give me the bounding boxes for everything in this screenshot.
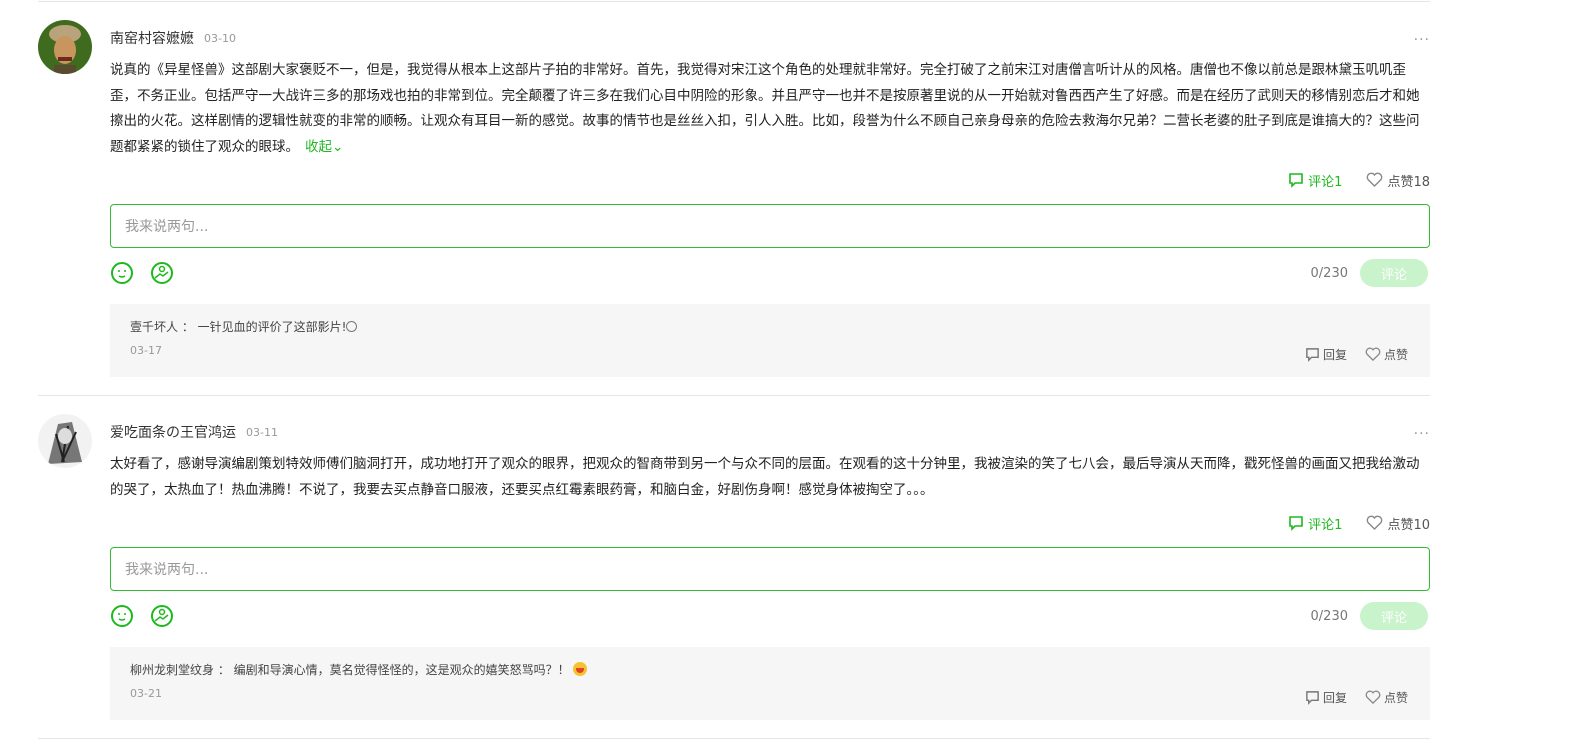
comment-button[interactable]: 评论1: [1288, 514, 1342, 533]
submit-comment-button[interactable]: 评论: [1360, 259, 1428, 287]
emoji-icon[interactable]: [110, 604, 134, 628]
image-icon[interactable]: [150, 261, 174, 285]
char-count: 0/230: [1310, 265, 1348, 281]
reply-input-placeholder: 我来说两句...: [125, 562, 209, 578]
more-options-icon[interactable]: ···: [1414, 426, 1430, 442]
collapse-link[interactable]: 收起⌄: [305, 139, 343, 155]
comment-icon: [1306, 691, 1319, 705]
reply-text: 一针见血的评价了这部影片!: [197, 320, 347, 334]
reply-username[interactable]: 柳州龙刺堂纹身: [130, 663, 214, 677]
like-button[interactable]: 点赞: [1365, 346, 1408, 363]
heart-icon: [1365, 690, 1381, 705]
reply-text: 编剧和导演心情，莫名觉得怪怪的，这是观众的嬉笑怒骂吗？！: [233, 663, 570, 677]
more-options-icon[interactable]: ···: [1414, 32, 1430, 48]
collapse-label: 收起: [305, 138, 332, 155]
laugh-emoji-icon: [572, 662, 587, 676]
avatar[interactable]: [38, 414, 92, 468]
emoji-icon[interactable]: [110, 261, 134, 285]
chevron-up-icon: ⌄: [332, 138, 344, 155]
username[interactable]: 爱吃面条の王官鸿运: [110, 422, 236, 442]
comment-icon: [1289, 173, 1303, 188]
reply-separator: ：: [178, 320, 198, 334]
username[interactable]: 南窑村容嬷嬷: [110, 28, 194, 48]
like-button[interactable]: 点赞10: [1366, 514, 1430, 533]
heart-icon: [1367, 172, 1383, 187]
like-count: 点赞18: [1387, 174, 1430, 190]
comment-date: 03-10: [204, 31, 236, 45]
reply-separator: ：: [214, 663, 234, 677]
image-icon[interactable]: [150, 604, 174, 628]
reply-item: 壹千坏人 ： 一针见血的评价了这部影片! 03-17 回复 点赞: [110, 304, 1430, 377]
reply-item: 柳州龙刺堂纹身 ： 编剧和导演心情，莫名觉得怪怪的，这是观众的嬉笑怒骂吗？！ 0…: [110, 647, 1430, 720]
comment-list: 南窑村容嬷嬷 03-10 ··· 说真的《异星怪兽》这部剧大家褒贬不一，但是，我…: [38, 1, 1430, 739]
comment-item: 南窑村容嬷嬷 03-10 ··· 说真的《异星怪兽》这部剧大家褒贬不一，但是，我…: [38, 2, 1430, 396]
emoji-icon: [346, 321, 358, 332]
like-label: 点赞: [1383, 348, 1408, 362]
char-count: 0/230: [1310, 608, 1348, 624]
reply-button[interactable]: 回复: [1305, 346, 1347, 363]
comment-date: 03-11: [246, 425, 278, 439]
like-button[interactable]: 点赞18: [1366, 171, 1430, 190]
comment-icon: [1306, 348, 1319, 362]
comment-body: 说真的《异星怪兽》这部剧大家褒贬不一，但是，我觉得从根本上这部片子拍的非常好。首…: [110, 58, 1430, 160]
reply-label: 回复: [1322, 348, 1347, 362]
like-button[interactable]: 点赞: [1365, 689, 1408, 706]
comment-count: 评论1: [1308, 174, 1343, 190]
reply-input-placeholder: 我来说两句...: [125, 219, 209, 235]
comment-count: 评论1: [1308, 517, 1343, 533]
comment-icon: [1289, 516, 1303, 531]
reply-date: 03-21: [130, 687, 162, 700]
heart-icon: [1365, 347, 1381, 362]
comment-item: 爱吃面条の王官鸿运 03-11 ··· 太好看了，感谢导演编剧策划特效师傅们脑洞…: [38, 396, 1430, 739]
submit-comment-button[interactable]: 评论: [1360, 602, 1428, 630]
comment-body: 太好看了，感谢导演编剧策划特效师傅们脑洞打开，成功地打开了观众的眼界，把观众的智…: [110, 456, 1420, 498]
comment-button[interactable]: 评论1: [1288, 171, 1342, 190]
avatar[interactable]: [38, 20, 92, 74]
like-count: 点赞10: [1387, 517, 1430, 533]
reply-button[interactable]: 回复: [1305, 689, 1347, 706]
reply-username[interactable]: 壹千坏人: [130, 320, 178, 334]
like-label: 点赞: [1383, 691, 1408, 705]
reply-input[interactable]: 我来说两句...: [110, 547, 1430, 591]
heart-icon: [1367, 515, 1383, 530]
reply-label: 回复: [1322, 691, 1347, 705]
reply-input[interactable]: 我来说两句...: [110, 204, 1430, 248]
reply-date: 03-17: [130, 344, 162, 357]
